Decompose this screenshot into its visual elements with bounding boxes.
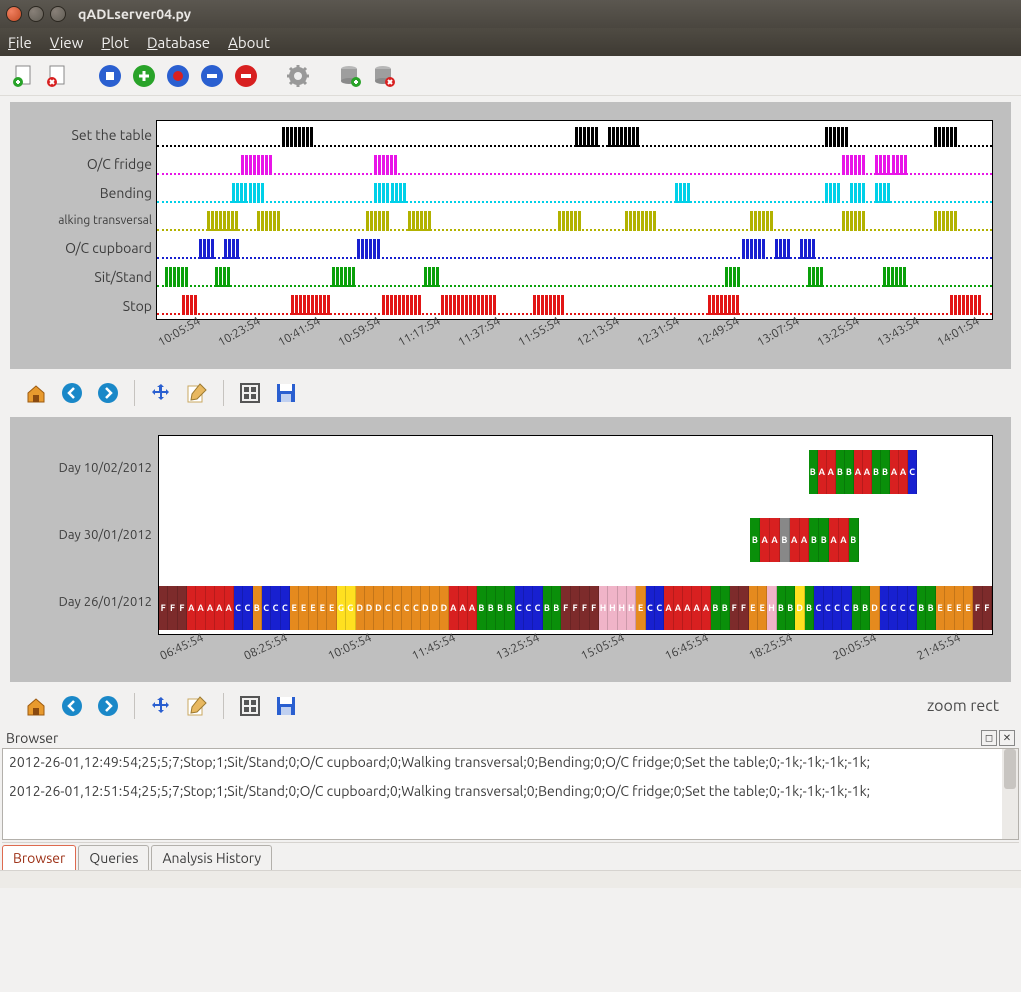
minus-record-icon[interactable] xyxy=(198,62,226,90)
home-icon[interactable] xyxy=(22,379,50,407)
settings-icon[interactable] xyxy=(284,62,312,90)
menu-view[interactable]: View xyxy=(50,34,84,51)
activity-chart-panel: Set the table O/C fridge Bending alking … xyxy=(10,102,1011,369)
ylabel: Day 10/02/2012 xyxy=(28,461,152,475)
log-line: 2012-26-01,12:51:54;25;5;7;Stop;1;Sit/St… xyxy=(9,782,1012,801)
edit-icon[interactable] xyxy=(183,692,211,720)
main-toolbar xyxy=(0,56,1021,96)
home-icon[interactable] xyxy=(22,692,50,720)
menu-about[interactable]: About xyxy=(228,34,270,51)
ylabel: Set the table xyxy=(28,127,152,143)
browser-log[interactable]: 2012-26-01,12:49:54;25;5;7;Stop;1;Sit/St… xyxy=(2,748,1019,840)
titlebar: qADLserver04.py xyxy=(0,0,1021,28)
stop-record-icon[interactable] xyxy=(96,62,124,90)
forward-icon[interactable] xyxy=(94,692,122,720)
ylabel: alking transversal xyxy=(28,214,152,227)
pan-icon[interactable] xyxy=(147,379,175,407)
forward-icon[interactable] xyxy=(94,379,122,407)
menu-plot[interactable]: Plot xyxy=(101,34,129,51)
window-maximize-button[interactable] xyxy=(50,6,66,22)
menu-file[interactable]: File xyxy=(8,34,32,51)
activity-y-labels: Set the table O/C fridge Bending alking … xyxy=(28,120,156,320)
window-title: qADLserver04.py xyxy=(78,6,191,22)
tab-analysis[interactable]: Analysis History xyxy=(151,845,272,870)
back-icon[interactable] xyxy=(58,692,86,720)
tab-browser[interactable]: Browser xyxy=(2,845,76,870)
back-icon[interactable] xyxy=(58,379,86,407)
save-icon[interactable] xyxy=(272,692,300,720)
ylabel: Day 26/01/2012 xyxy=(28,595,152,609)
ylabel: Day 30/01/2012 xyxy=(28,528,152,542)
subplots-icon[interactable] xyxy=(236,379,264,407)
day-y-labels: Day 10/02/2012 Day 30/01/2012 Day 26/01/… xyxy=(28,435,158,635)
ylabel: O/C cupboard xyxy=(28,240,152,256)
day-x-axis: 06:45:5408:25:5410:05:5411:45:5413:25:54… xyxy=(28,635,993,664)
remove-doc-icon[interactable] xyxy=(44,62,72,90)
day-chart-panel: Day 10/02/2012 Day 30/01/2012 Day 26/01/… xyxy=(10,417,1011,682)
scrollbar[interactable] xyxy=(1002,749,1018,839)
ylabel: Bending xyxy=(28,185,152,201)
pan-icon[interactable] xyxy=(147,692,175,720)
record-icon[interactable] xyxy=(164,62,192,90)
day-plot-area[interactable]: BAABBAABBAACBAABAABBAABFFFAAAAACCBCCCEEE… xyxy=(158,435,993,635)
activity-x-axis: 10:05:5410:23:5410:41:5410:59:5411:17:54… xyxy=(28,320,993,351)
browser-section: Browser ◻ ✕ 2012-26-01,12:49:54;25;5;7;S… xyxy=(2,728,1019,870)
zoom-rect-label: zoom rect xyxy=(927,697,999,715)
menu-database[interactable]: Database xyxy=(147,34,210,51)
plot-toolbar-1 xyxy=(10,375,1011,411)
ylabel: Sit/Stand xyxy=(28,269,152,285)
tab-queries[interactable]: Queries xyxy=(78,845,149,870)
menubar: File View Plot Database About xyxy=(0,28,1021,56)
ylabel: Stop xyxy=(28,298,152,314)
browser-close-icon[interactable]: ✕ xyxy=(999,730,1015,746)
subplots-icon[interactable] xyxy=(236,692,264,720)
statusbar xyxy=(0,870,1021,888)
delete-record-icon[interactable] xyxy=(232,62,260,90)
db-add-icon[interactable] xyxy=(336,62,364,90)
window-close-button[interactable] xyxy=(6,6,22,22)
browser-title: Browser xyxy=(6,730,58,746)
new-doc-icon[interactable] xyxy=(10,62,38,90)
bottom-tabs: Browser Queries Analysis History xyxy=(2,842,1019,870)
ylabel: O/C fridge xyxy=(28,156,152,172)
activity-plot-area[interactable] xyxy=(156,120,993,320)
log-line: 2012-26-01,12:49:54;25;5;7;Stop;1;Sit/St… xyxy=(9,753,1012,772)
plot-toolbar-2: zoom rect xyxy=(10,688,1011,724)
save-icon[interactable] xyxy=(272,379,300,407)
scroll-thumb[interactable] xyxy=(1004,749,1016,789)
add-record-icon[interactable] xyxy=(130,62,158,90)
window-minimize-button[interactable] xyxy=(28,6,44,22)
db-remove-icon[interactable] xyxy=(370,62,398,90)
edit-icon[interactable] xyxy=(183,379,211,407)
browser-detach-icon[interactable]: ◻ xyxy=(981,730,997,746)
